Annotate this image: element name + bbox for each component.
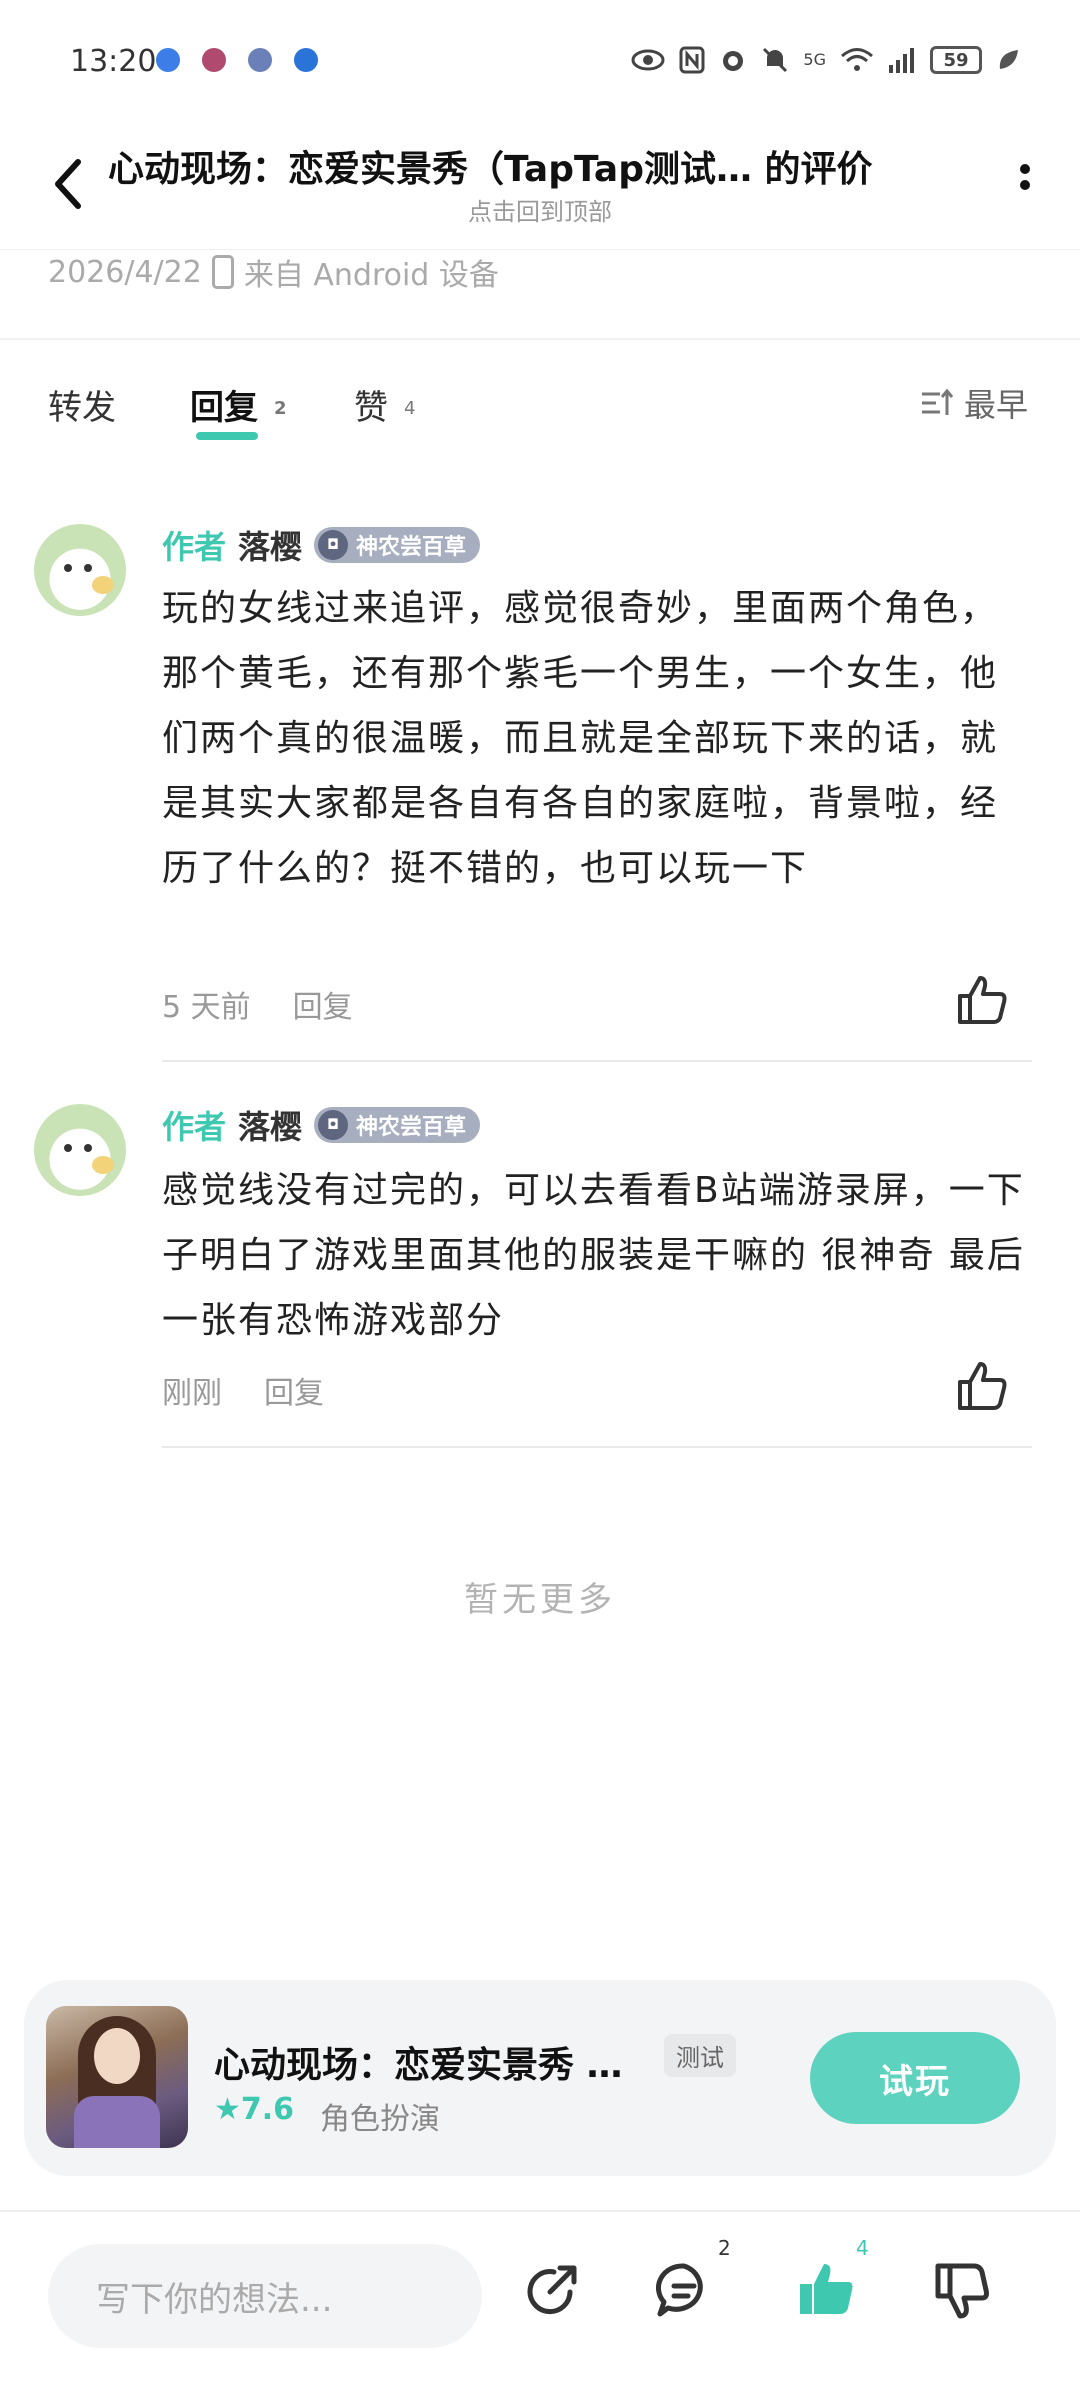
like-filled-icon[interactable] [794, 2258, 858, 2322]
comment-time: 5 天前 [162, 990, 251, 1025]
game-rating: ★7.6 [214, 2092, 295, 2127]
comment-count: 2 [718, 2236, 731, 2260]
game-card[interactable]: 心动现场：恋爱实景秀 … 测试 ★7.6 角色扮演 试玩 [24, 1980, 1056, 2176]
bottom-action-bar: 写下你的想法... 2 4 [0, 2212, 1080, 2382]
comment-time: 刚刚 [162, 1376, 222, 1411]
comment-header: 作者 落樱 ◘ 神农尝百草 [162, 1102, 481, 1148]
sort-button[interactable]: 最早 [920, 380, 1028, 426]
like-icon[interactable] [954, 972, 1010, 1028]
page-title[interactable]: 心动现场：恋爱实景秀（TapTap测试… 的评价 [108, 140, 958, 192]
comment-input[interactable]: 写下你的想法... [48, 2244, 482, 2348]
test-tag: 测试 [664, 2034, 736, 2077]
sort-label: 最早 [963, 386, 1028, 424]
user-badge[interactable]: ◘ 神农尝百草 [314, 527, 481, 563]
comment-meta: 刚刚 回复 [162, 1368, 324, 1412]
like-icon[interactable] [954, 1358, 1010, 1414]
system-icons: 5G 59 [631, 44, 1020, 76]
tab-repost[interactable]: 转发 [48, 380, 116, 429]
app-icon-1 [202, 48, 226, 72]
avatar[interactable] [34, 1104, 126, 1196]
nfc-icon [679, 46, 705, 74]
mute-icon [763, 47, 788, 73]
author-tag: 作者 [162, 1108, 227, 1146]
network-type: 5G [803, 50, 826, 69]
game-genre: 角色扮演 [320, 2102, 440, 2137]
gamepad-icon: ◘ [318, 1110, 349, 1140]
comment-divider [162, 1060, 1032, 1062]
tab-count: 4 [404, 398, 416, 419]
avatar[interactable] [34, 524, 126, 616]
tab-label: 回复 [190, 388, 258, 428]
tab-label: 赞 [354, 388, 388, 428]
tab-likes[interactable]: 赞 4 [354, 380, 415, 429]
leaf-icon [999, 50, 1018, 69]
tab-count: 2 [274, 398, 287, 419]
comment-text: 玩的女线过来追评，感觉很奇妙，里面两个角色，那个黄毛，还有那个紫毛一个男生，一个… [162, 588, 999, 889]
active-tab-indicator [196, 432, 258, 440]
badge-label: 神农尝百草 [356, 1115, 467, 1140]
battery-icon: 59 [930, 46, 982, 74]
tab-label: 转发 [48, 388, 116, 428]
game-title: 心动现场：恋爱实景秀 … [214, 2045, 623, 2086]
section-divider [0, 338, 1080, 340]
author-name[interactable]: 落樱 [238, 1102, 302, 1148]
tab-replies[interactable]: 回复 2 [190, 380, 287, 429]
reply-button[interactable]: 回复 [264, 1368, 324, 1412]
gamepad-icon: ◘ [318, 530, 349, 560]
alarm-icon [723, 51, 744, 71]
share-icon[interactable] [520, 2258, 584, 2322]
no-more-text: 暂无更多 [464, 1580, 616, 1620]
status-bar: 13:20 5G 59 [0, 0, 1080, 120]
comment-header: 作者 落樱 ◘ 神农尝百草 [162, 522, 481, 568]
signal-icon [889, 48, 914, 73]
more-options-icon[interactable] [1010, 158, 1040, 218]
reply-button[interactable]: 回复 [293, 982, 353, 1026]
eye-icon [631, 49, 665, 71]
header: 心动现场：恋爱实景秀（TapTap测试… 的评价 点击回到顶部 [0, 120, 1080, 250]
like-count: 4 [856, 2236, 869, 2260]
comment-meta: 5 天前 回复 [162, 982, 353, 1026]
post-device: 来自 Android 设备 [243, 258, 499, 293]
game-thumbnail [46, 2006, 188, 2148]
back-to-top-hint[interactable]: 点击回到顶部 [0, 192, 1080, 227]
detail-tabs: 转发 回复 2 赞 4 最早 [0, 380, 1080, 440]
badge-label: 神农尝百草 [356, 535, 467, 560]
post-date: 2026/4/22 [48, 254, 202, 290]
bluetooth-icon [156, 48, 180, 72]
author-tag: 作者 [162, 528, 227, 566]
sort-icon [921, 388, 954, 415]
comment-icon[interactable] [652, 2258, 716, 2322]
app-icon-2 [248, 48, 272, 72]
wifi-icon [841, 48, 873, 71]
dislike-icon[interactable] [930, 2258, 994, 2322]
phone-icon [211, 255, 234, 289]
notification-icons [156, 48, 318, 72]
author-name[interactable]: 落樱 [238, 522, 302, 568]
user-badge[interactable]: ◘ 神农尝百草 [314, 1107, 481, 1143]
post-meta: 2026/4/22 来自 Android 设备 [48, 250, 499, 294]
comment-text: 感觉线没有过完的，可以去看看B站端游录屏，一下子明白了游戏里面其他的服装是干嘛的… [162, 1170, 1025, 1341]
status-time: 13:20 [70, 44, 157, 79]
browser-icon [294, 48, 318, 72]
try-play-button[interactable]: 试玩 [810, 2032, 1020, 2124]
comment-divider [162, 1446, 1032, 1448]
